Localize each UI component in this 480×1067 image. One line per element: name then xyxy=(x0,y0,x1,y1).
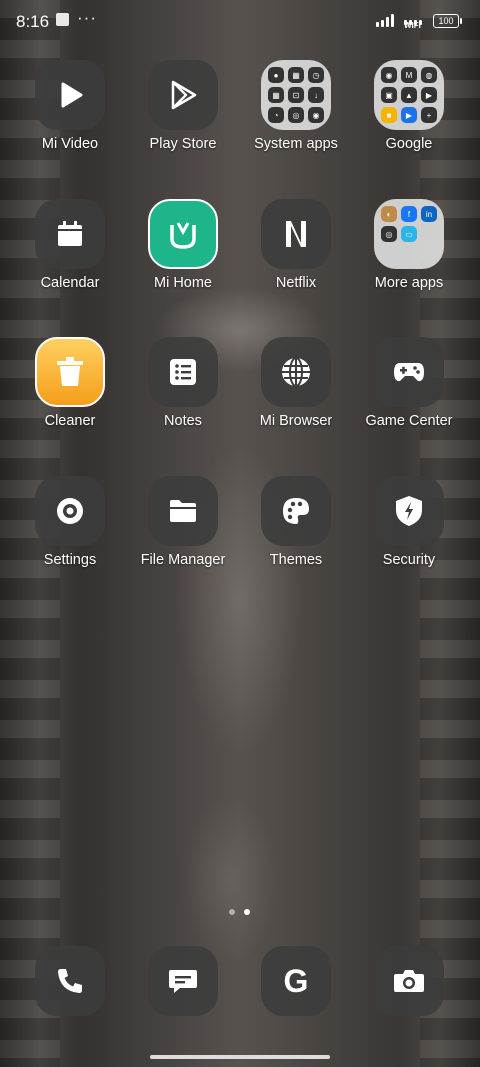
app-label: Security xyxy=(382,552,436,568)
status-time: 8:16 xyxy=(16,12,50,31)
shield-icon xyxy=(374,476,444,546)
netflix-icon xyxy=(261,199,331,269)
app-label: Calendar xyxy=(40,275,100,291)
gear-icon xyxy=(35,476,105,546)
app-mi-video[interactable]: Mi Video xyxy=(15,60,125,152)
app-label: Mi Home xyxy=(153,275,212,291)
app-security[interactable]: Security xyxy=(354,476,464,568)
home-gesture-bar[interactable] xyxy=(150,1055,330,1059)
app-themes[interactable]: Themes xyxy=(241,476,351,568)
dock-messages[interactable] xyxy=(128,946,238,1016)
app-label: Cleaner xyxy=(44,413,96,429)
folder-more-apps[interactable]: ◐ f in ◎ ▭ More apps xyxy=(354,199,464,291)
system-apps-folder-icon: ● ▦ ◷ ▦ ⊡ ↓ ◔ ◎ ◉ xyxy=(261,60,331,130)
app-notes[interactable]: Notes xyxy=(128,337,238,429)
google-g-icon: G xyxy=(261,946,331,1016)
status-bar: 8:16 ··· WIFI 100 xyxy=(0,0,480,42)
dock-phone[interactable] xyxy=(15,946,125,1016)
google-g-glyph: G xyxy=(283,962,309,999)
app-mi-browser[interactable]: Mi Browser xyxy=(241,337,351,429)
mi-home-icon xyxy=(148,199,218,269)
app-settings[interactable]: Settings xyxy=(15,476,125,568)
app-label: Mi Browser xyxy=(259,413,333,429)
calendar-icon xyxy=(35,199,105,269)
page-dot-1[interactable] xyxy=(229,909,235,915)
camera-icon xyxy=(374,946,444,1016)
app-label: Notes xyxy=(164,413,202,429)
cleaner-icon xyxy=(35,337,105,407)
page-dot-2[interactable] xyxy=(244,909,250,915)
app-label: Google xyxy=(385,136,433,152)
app-calendar[interactable]: Calendar xyxy=(15,199,125,291)
folder-google[interactable]: ◉ M ◍ ▣ ▲ ▶ ■ ▶ + Google xyxy=(354,60,464,152)
notes-icon xyxy=(148,337,218,407)
phone-icon xyxy=(35,946,105,1016)
app-play-store[interactable]: Play Store xyxy=(128,60,238,152)
google-folder-icon: ◉ M ◍ ▣ ▲ ▶ ■ ▶ + xyxy=(374,60,444,130)
more-notifications-icon: ··· xyxy=(77,8,97,27)
app-label: File Manager xyxy=(140,552,226,568)
app-game-center[interactable]: Game Center xyxy=(354,337,464,429)
play-icon xyxy=(35,60,105,130)
messages-icon xyxy=(148,946,218,1016)
play-store-icon xyxy=(148,60,218,130)
folder-system-apps[interactable]: ● ▦ ◷ ▦ ⊡ ↓ ◔ ◎ ◉ System apps xyxy=(241,60,351,152)
more-apps-folder-icon: ◐ f in ◎ ▭ xyxy=(374,199,444,269)
app-label: Netflix xyxy=(275,275,317,291)
palette-icon xyxy=(261,476,331,546)
app-label: Play Store xyxy=(149,136,217,152)
folder-icon xyxy=(148,476,218,546)
app-label: More apps xyxy=(374,275,444,291)
page-indicator[interactable] xyxy=(229,909,250,915)
app-label: System apps xyxy=(254,136,338,152)
globe-icon xyxy=(261,337,331,407)
gamepad-icon xyxy=(374,337,444,407)
app-label: Mi Video xyxy=(41,136,99,152)
wifi-label: WIFI xyxy=(404,21,421,30)
app-label: Themes xyxy=(269,552,323,568)
notification-icon xyxy=(56,13,69,26)
app-cleaner[interactable]: Cleaner xyxy=(15,337,125,429)
battery-icon: 100 xyxy=(433,14,462,28)
app-mi-home[interactable]: Mi Home xyxy=(128,199,238,291)
app-label: Game Center xyxy=(365,413,453,429)
dock-camera[interactable] xyxy=(354,946,464,1016)
app-netflix[interactable]: Netflix xyxy=(241,199,351,291)
app-label: Settings xyxy=(43,552,97,568)
app-file-manager[interactable]: File Manager xyxy=(128,476,238,568)
dock-google[interactable]: G xyxy=(241,946,351,1016)
signal-icon xyxy=(376,14,394,27)
